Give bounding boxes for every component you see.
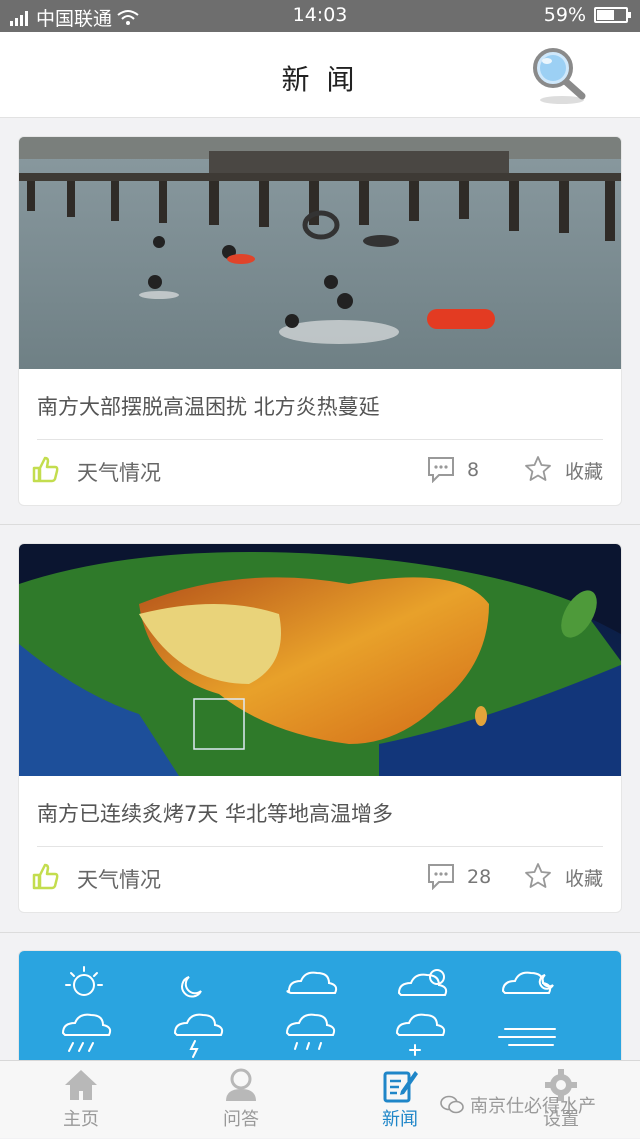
divider — [37, 846, 603, 847]
comment-icon[interactable] — [427, 455, 455, 483]
battery-percent: 59% — [543, 4, 586, 26]
star-icon[interactable] — [524, 455, 552, 483]
tab-label: 问答 — [223, 1109, 259, 1130]
news-category: 天气情况 — [77, 461, 161, 485]
favorite-button[interactable]: 收藏 — [565, 864, 603, 891]
battery-icon — [594, 7, 631, 23]
news-headline[interactable]: 南方已连续炙烤7天 华北等地高温增多 — [37, 798, 607, 828]
comment-count: 8 — [467, 459, 480, 481]
news-card[interactable]: 南方已连续炙烤7天 华北等地高温增多 天气情况 28 收藏 — [18, 543, 622, 913]
search-icon[interactable] — [528, 44, 590, 106]
tab-news[interactable]: 新闻 — [345, 1061, 455, 1139]
comment-count: 28 — [467, 866, 492, 888]
news-feed[interactable]: 南方大部摆脱高温困扰 北方炎热蔓延 天气情况 8 收藏 南方已连续炙烤7天 华北… — [0, 118, 640, 1060]
thumbs-up-icon[interactable] — [31, 455, 59, 483]
news-card[interactable] — [18, 950, 622, 1060]
news-card[interactable]: 南方大部摆脱高温困扰 北方炎热蔓延 天气情况 8 收藏 — [18, 136, 622, 506]
news-card-footer: 天气情况 28 收藏 — [19, 862, 621, 902]
news-category: 天气情况 — [77, 868, 161, 892]
news-photo-swimming — [19, 137, 621, 369]
user-icon — [226, 1068, 256, 1101]
divider — [0, 524, 640, 525]
favorite-button[interactable]: 收藏 — [565, 457, 603, 484]
tab-home[interactable]: 主页 — [26, 1061, 136, 1139]
news-photo-weather-icons — [19, 951, 621, 1060]
comment-icon[interactable] — [427, 862, 455, 890]
watermark-text: 南京仕必得水产 — [470, 1096, 596, 1117]
divider — [37, 439, 603, 440]
tab-label: 主页 — [63, 1109, 99, 1130]
divider — [0, 932, 640, 933]
star-icon[interactable] — [524, 862, 552, 890]
app-header: 新 闻 — [0, 32, 640, 118]
watermark: 南京仕必得水产 — [440, 1092, 596, 1118]
news-edit-icon — [383, 1071, 418, 1103]
thumbs-up-icon[interactable] — [31, 862, 59, 890]
news-headline[interactable]: 南方大部摆脱高温困扰 北方炎热蔓延 — [37, 391, 607, 421]
status-bar: 中国联通 14:03 59% — [0, 0, 640, 32]
home-icon — [65, 1070, 97, 1100]
news-photo-heat-map — [19, 544, 621, 776]
tab-label: 新闻 — [382, 1109, 418, 1130]
tab-qa[interactable]: 问答 — [186, 1061, 296, 1139]
wechat-icon — [440, 1095, 464, 1114]
news-card-footer: 天气情况 8 收藏 — [19, 455, 621, 495]
